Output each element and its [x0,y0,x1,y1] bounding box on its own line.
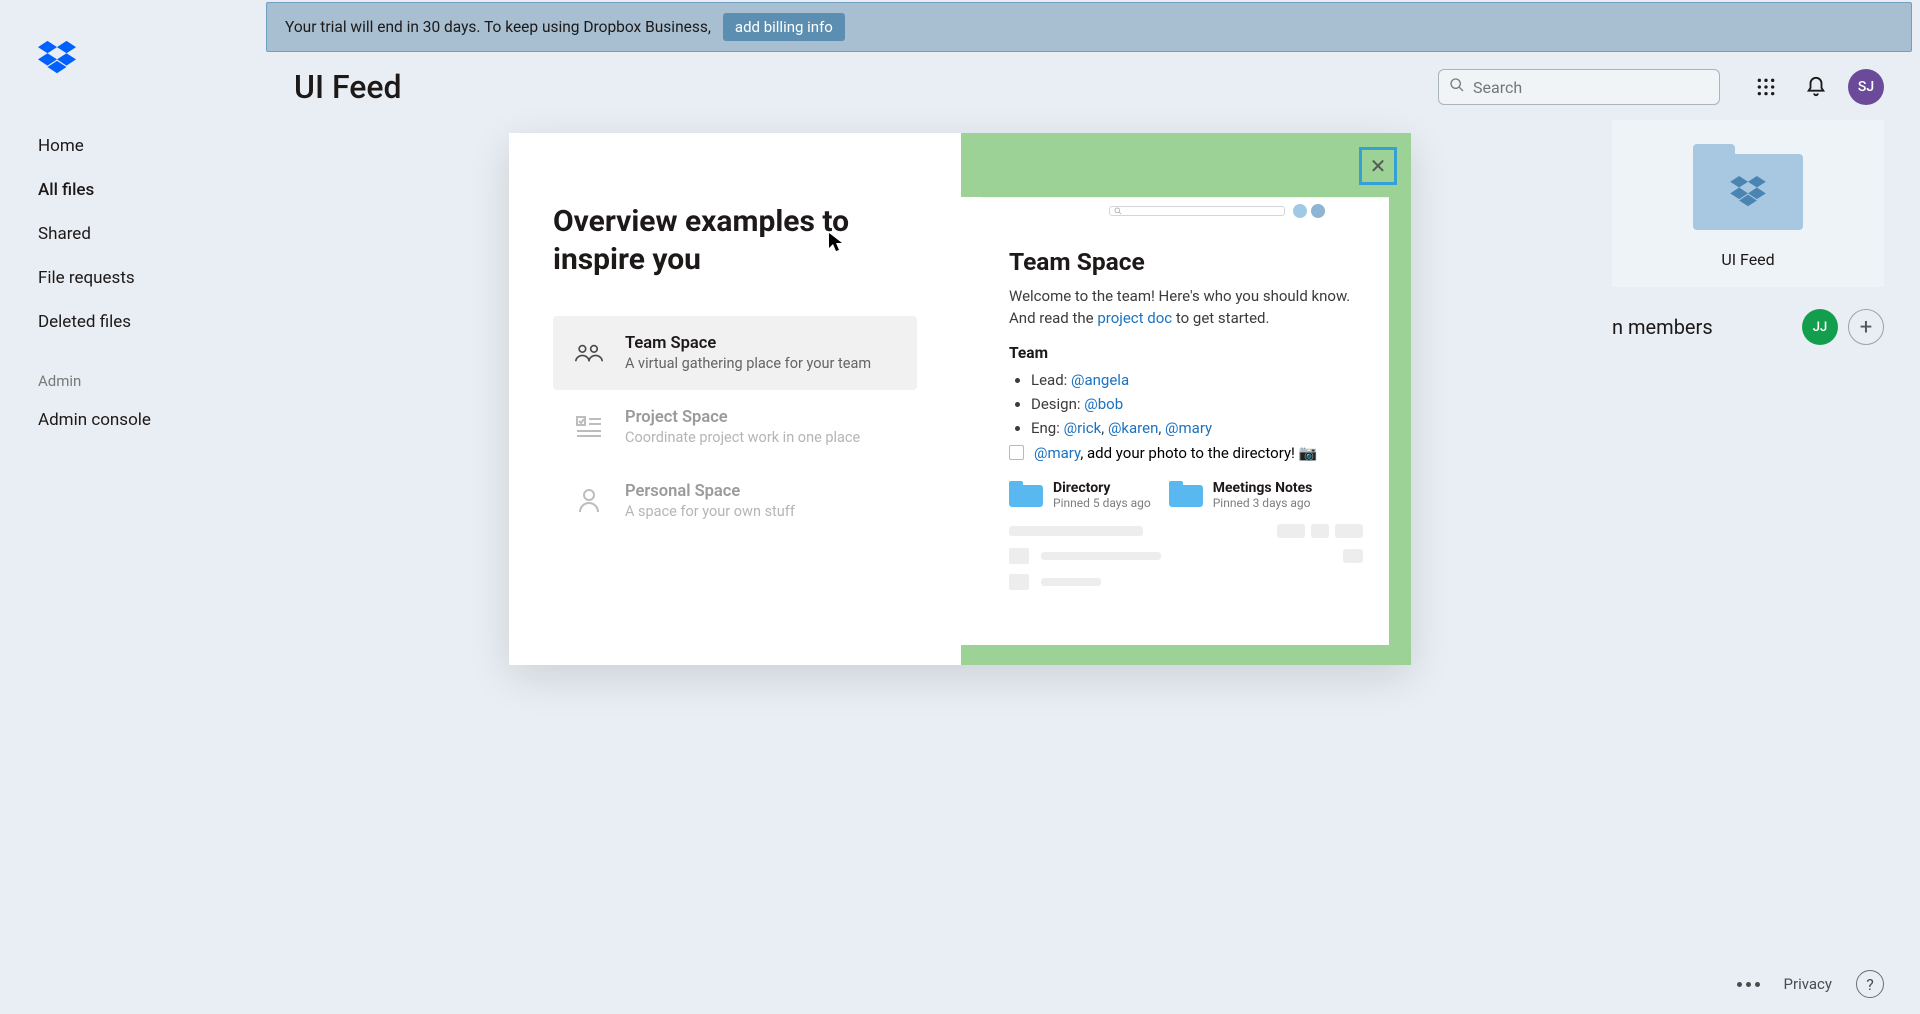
sidebar-item-label: Admin console [38,410,151,430]
mention-angela[interactable]: @angela [1071,371,1129,389]
camera-emoji: 📷 [1299,444,1318,462]
apps-grid-icon[interactable] [1748,69,1784,105]
pinned-meta: Pinned 3 days ago [1213,496,1313,510]
trial-banner: Your trial will end in 30 days. To keep … [266,2,1912,52]
page-title: UI Feed [294,68,402,106]
sidebar-item-label: Shared [38,224,91,244]
footer: Privacy ? [1701,954,1920,1014]
checklist-icon [575,413,603,441]
account-avatar[interactable]: SJ [1848,69,1884,105]
mockdoc-team-heading: Team [1009,344,1363,362]
sidebar-item-all-files[interactable]: All files [0,168,258,212]
sidebar: Home All files Shared File requests Dele… [0,0,258,1014]
sidebar-item-home[interactable]: Home [0,124,258,168]
example-project-space[interactable]: Project Space Coordinate project work in… [553,390,917,464]
modal-right: ✕ Team Space Welcome to the team! Here's… [961,133,1411,665]
mockdoc-team-list: Lead: @angela Design: @bob Eng: @rick, @… [1009,368,1363,440]
topbar: UI Feed SJ [258,52,1920,110]
example-list: Team Space A virtual gathering place for… [553,316,917,538]
team-card: UI Feed n members JJ + [1612,120,1884,345]
add-billing-button[interactable]: add billing info [723,13,845,41]
sidebar-item-label: Deleted files [38,312,131,332]
mockdoc-chrome [983,197,1389,225]
folder-icon [1009,481,1043,509]
pinned-meta: Pinned 5 days ago [1053,496,1151,510]
sidebar-item-shared[interactable]: Shared [0,212,258,256]
mockdoc-avatars [1293,204,1325,218]
mockdoc-search-icon [1109,206,1285,216]
help-button[interactable]: ? [1856,970,1884,998]
sidebar-item-admin-console[interactable]: Admin console [0,398,258,442]
people-icon [575,339,603,367]
mention-mary-todo[interactable]: @mary [1034,444,1080,462]
search-input[interactable] [1473,78,1709,97]
mock-document: Team Space Welcome to the team! Here's w… [983,197,1389,645]
member-avatar[interactable]: JJ [1802,309,1838,345]
modal-title: Overview examples to inspire you [553,203,917,278]
mockdoc-welcome: Welcome to the team! Here's who you shou… [1009,286,1363,330]
notifications-icon[interactable] [1798,69,1834,105]
pinned-name: Meetings Notes [1213,480,1313,496]
add-member-button[interactable]: + [1848,309,1884,345]
example-name: Project Space [625,408,860,427]
pinned-name: Directory [1053,480,1151,496]
pinned-directory[interactable]: Directory Pinned 5 days ago [1009,480,1151,510]
example-desc: Coordinate project work in one place [625,429,860,446]
team-folder-icon[interactable] [1693,144,1803,234]
search-icon [1449,77,1473,97]
mention-mary[interactable]: @mary [1165,419,1212,437]
modal-left: Overview examples to inspire you Team Sp… [509,133,961,665]
example-team-space[interactable]: Team Space A virtual gathering place for… [553,316,917,390]
mention-rick[interactable]: @rick [1064,419,1102,437]
example-name: Personal Space [625,482,795,501]
sidebar-item-label: File requests [38,268,135,288]
pinned-meetings-notes[interactable]: Meetings Notes Pinned 3 days ago [1169,480,1313,510]
trial-message: Your trial will end in 30 days. To keep … [285,18,711,36]
footer-privacy-link[interactable]: Privacy [1784,975,1832,993]
person-icon [575,487,603,515]
footer-more-icon[interactable] [1737,982,1760,987]
overview-examples-modal: Overview examples to inspire you Team Sp… [509,133,1411,665]
team-card-name: UI Feed [1721,250,1774,269]
search-field[interactable] [1438,69,1720,105]
mockdoc-title: Team Space [1009,247,1363,276]
sidebar-item-label: Home [38,136,84,156]
dropbox-logo [38,40,76,76]
mockdoc-todo: @mary, add your photo to the directory! … [1009,444,1363,462]
sidebar-section-admin: Admin [0,344,258,398]
mention-bob[interactable]: @bob [1084,395,1123,413]
example-desc: A space for your own stuff [625,503,795,520]
sidebar-item-deleted-files[interactable]: Deleted files [0,300,258,344]
team-members-label: n members [1612,315,1753,339]
example-name: Team Space [625,334,871,353]
mockdoc-skeleton [1009,524,1363,590]
example-desc: A virtual gathering place for your team [625,355,871,372]
todo-checkbox[interactable] [1009,445,1024,460]
mention-karen[interactable]: @karen [1108,419,1158,437]
project-doc-link[interactable]: project doc [1097,309,1172,327]
sidebar-item-file-requests[interactable]: File requests [0,256,258,300]
folder-icon [1169,481,1203,509]
close-button[interactable]: ✕ [1359,147,1397,185]
example-personal-space[interactable]: Personal Space A space for your own stuf… [553,464,917,538]
sidebar-item-label: All files [38,180,94,200]
